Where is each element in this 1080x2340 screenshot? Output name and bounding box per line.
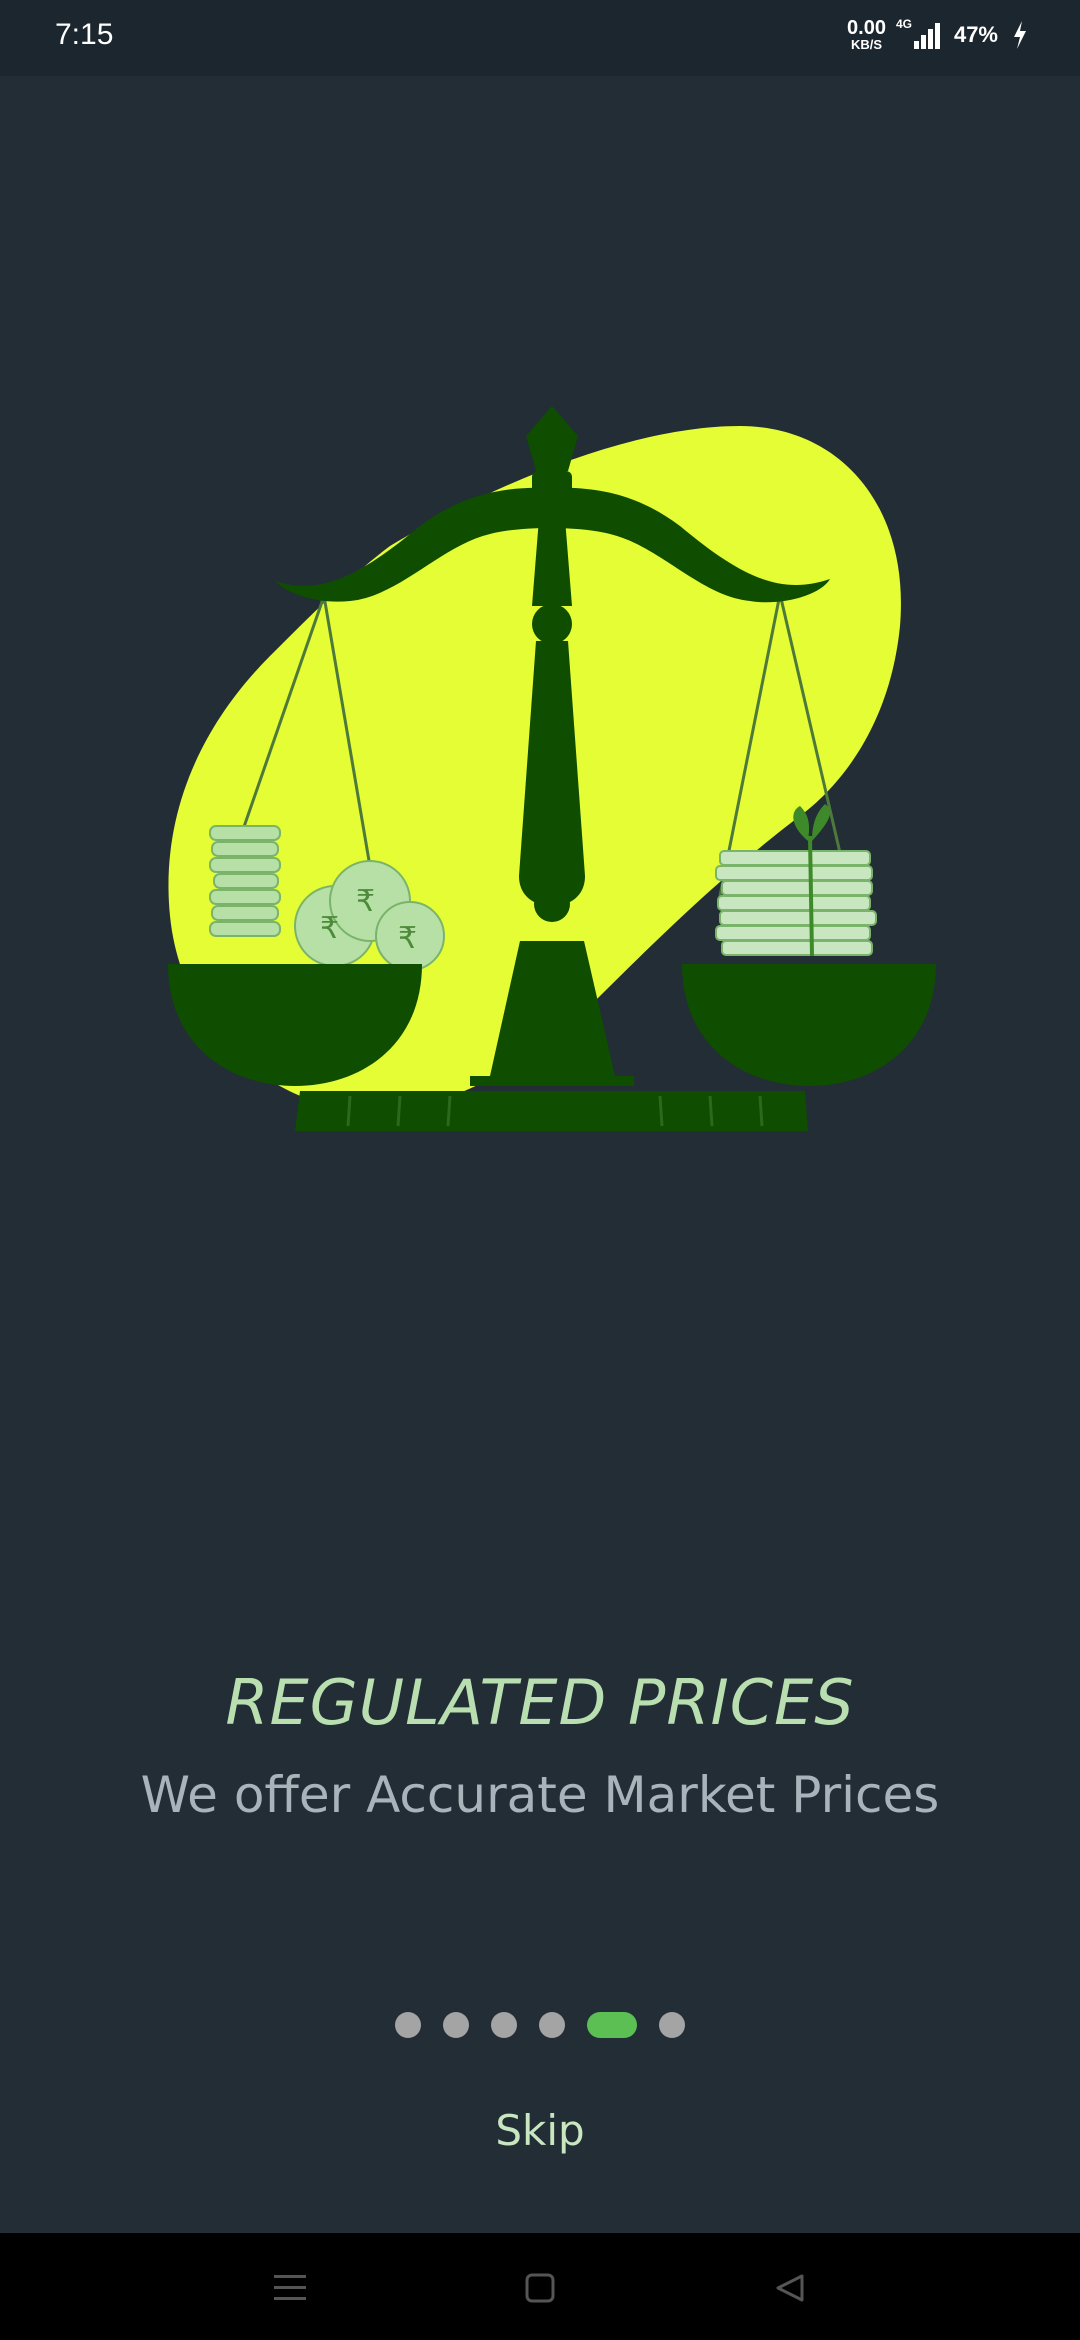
page-dot[interactable] [491, 2012, 517, 2038]
svg-text:₹: ₹ [398, 921, 417, 956]
battery-level: 47% [953, 21, 998, 47]
network-type: 4G [895, 16, 912, 31]
page-dot[interactable] [659, 2012, 685, 2038]
svg-text:₹: ₹ [320, 911, 339, 946]
network-speed-unit: KB/S [850, 37, 883, 52]
charging-icon [1014, 20, 1026, 49]
network-speed-value: 0.00 [847, 17, 886, 39]
balance-scale-illustration: ₹ ₹ ₹ [168, 406, 936, 1131]
page-dot-active[interactable] [587, 2012, 637, 2038]
status-bar: 7:15 0.00 KB/S 4G 47% [0, 0, 1080, 76]
system-nav-bar [0, 2233, 1080, 2340]
page-dot[interactable] [395, 2012, 421, 2038]
onboarding-subtitle: We offer Accurate Market Prices [140, 1766, 940, 1824]
nav-home-button[interactable] [515, 2263, 565, 2313]
page-dot[interactable] [443, 2012, 469, 2038]
skip-button[interactable]: Skip [440, 2106, 640, 2155]
signal-icon: 4G [896, 17, 940, 49]
page-indicator [0, 2012, 1080, 2038]
status-icons: 0.00 KB/S 4G 47% [847, 17, 1028, 51]
nav-back-button[interactable] [765, 2263, 815, 2313]
nav-menu-button[interactable] [265, 2263, 315, 2313]
onboarding-title: REGULATED PRICES [225, 1666, 855, 1739]
network-speed: 0.00 KB/S [847, 18, 886, 51]
svg-text:₹: ₹ [356, 884, 375, 919]
status-time: 7:15 [55, 18, 114, 51]
page-dot[interactable] [539, 2012, 565, 2038]
menu-icon [274, 2275, 306, 2300]
square-home-icon [525, 2273, 555, 2303]
onboarding-screen: ₹ ₹ ₹ REGULATED PRICES We offer Accurate… [0, 76, 1080, 2233]
triangle-back-icon [776, 2274, 804, 2302]
